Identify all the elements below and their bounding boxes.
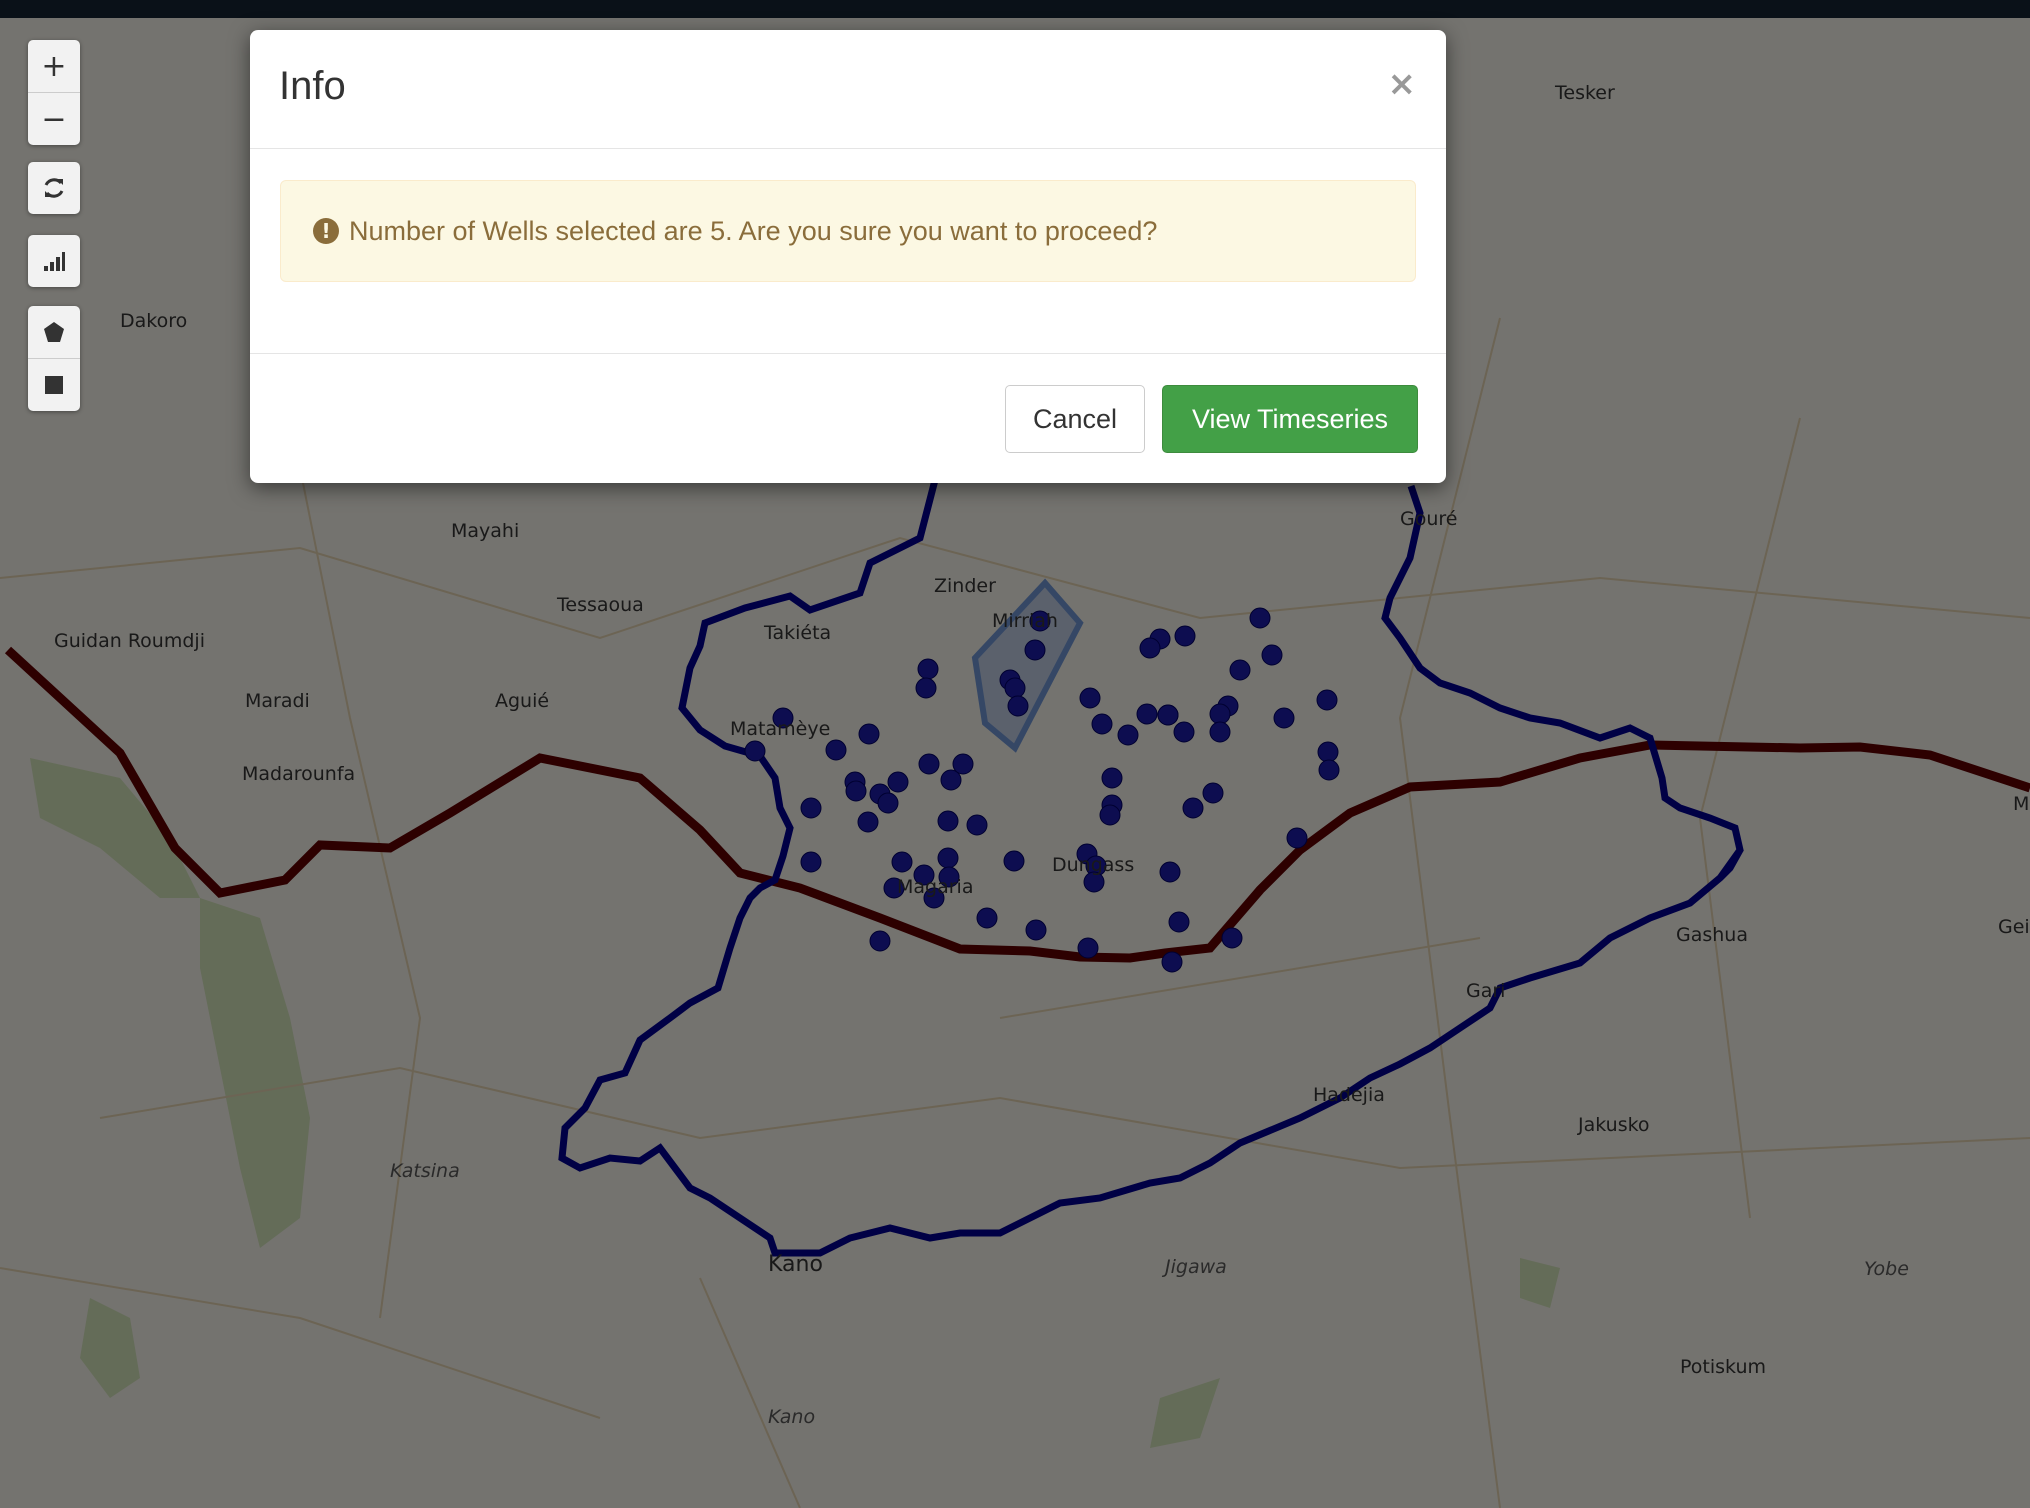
alert-message: Number of Wells selected are 5. Are you … [349, 215, 1158, 246]
zoom-in-button[interactable]: + [28, 40, 80, 92]
refresh-button[interactable] [28, 162, 80, 214]
close-icon[interactable]: × [1388, 64, 1417, 104]
zoom-out-button[interactable]: − [28, 92, 80, 145]
draw-polygon-button[interactable] [28, 306, 80, 358]
modal-footer: Cancel View Timeseries [250, 353, 1446, 484]
refresh-icon [44, 178, 64, 198]
chart-button[interactable] [28, 235, 80, 287]
zoom-control: + − [28, 40, 80, 145]
rectangle-draw-icon [45, 376, 63, 394]
draw-rectangle-button[interactable] [28, 358, 80, 411]
cancel-button[interactable]: Cancel [1005, 385, 1145, 453]
exclamation-icon: ! [313, 218, 339, 244]
refresh-control [28, 162, 80, 214]
modal-header: Info × [250, 30, 1446, 149]
view-timeseries-button[interactable]: View Timeseries [1162, 385, 1418, 453]
polygon-draw-icon [44, 322, 64, 342]
bar-chart-icon [44, 252, 65, 271]
chart-control [28, 235, 80, 287]
warning-alert: ! Number of Wells selected are 5. Are yo… [280, 180, 1416, 282]
draw-control [28, 306, 80, 411]
modal-title: Info [279, 64, 346, 108]
info-modal: Info × ! Number of Wells selected are 5.… [250, 30, 1446, 483]
